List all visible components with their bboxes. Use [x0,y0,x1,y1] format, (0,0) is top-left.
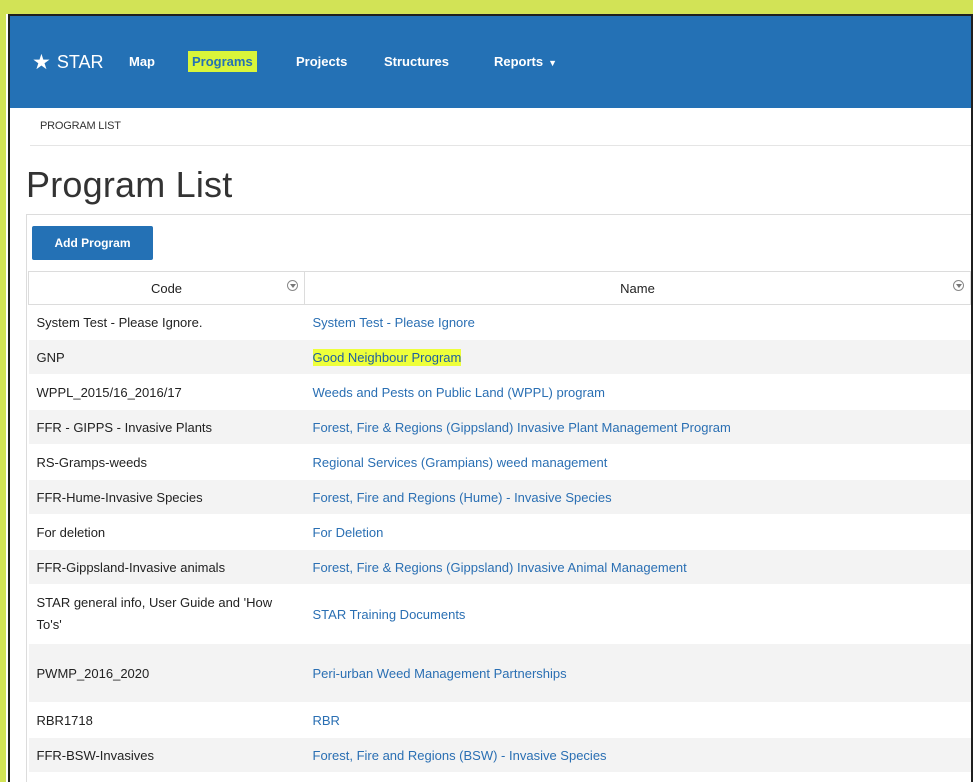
table-row[interactable]: FFR-Gippsland-Invasive animals Forest, F… [28,549,971,585]
window-border-left [8,14,10,782]
nav-item-map[interactable]: Map [129,54,155,69]
brand-label: STAR [56,52,104,72]
top-navbar: ★ STAR Map Programs Projects Structures … [10,16,971,108]
column-header-code-label: Code [150,280,183,296]
program-table: Code Name System Test - Please Ignore. S… [28,271,971,773]
row-code: GNP [28,339,305,375]
table-row[interactable]: RBR1718 RBR [28,702,971,738]
caret-down-icon: ▼ [548,57,558,68]
table-row[interactable]: FFR-Hume-Invasive Species Forest, Fire a… [28,479,971,515]
row-name-link[interactable]: Good Neighbour Program [304,339,971,375]
nav-item-reports[interactable]: Reports ▼ [494,54,557,69]
row-name-link[interactable]: RBR [304,702,971,738]
column-header-name[interactable]: Name [304,271,971,305]
table-row[interactable]: For deletion For Deletion [28,514,971,550]
row-code: WPPL_2015/16_2016/17 [28,374,305,410]
row-code: FFR-Hume-Invasive Species [28,479,305,515]
row-code: RBR1718 [28,702,305,738]
table-row[interactable]: GNP Good Neighbour Program [28,339,971,375]
row-name-link[interactable]: STAR Training Documents [304,584,971,644]
row-name-link[interactable]: Weeds and Pests on Public Land (WPPL) pr… [304,374,971,410]
table-row[interactable]: FFR-BSW-Invasives Forest, Fire and Regio… [28,737,971,773]
nav-item-reports-label: Reports [494,54,544,69]
row-name-link[interactable]: System Test - Please Ignore [304,304,971,340]
browser-window: ★ STAR Map Programs Projects Structures … [6,14,973,782]
brand-link[interactable]: ★ STAR [32,52,104,73]
table-header-row: Code Name [28,271,971,305]
table-row[interactable]: RS-Gramps-weeds Regional Services (Gramp… [28,444,971,480]
window-border-top [8,14,973,16]
nav-item-structures[interactable]: Structures [384,54,449,69]
row-code: System Test - Please Ignore. [28,304,305,340]
page-title: Program List [26,164,233,205]
row-code: STAR general info, User Guide and 'How T… [28,584,305,644]
table-row[interactable]: System Test - Please Ignore. System Test… [28,304,971,340]
star-icon: ★ [32,51,51,74]
row-code: RS-Gramps-weeds [28,444,305,480]
breadcrumb: PROGRAM LIST [40,120,121,132]
filter-icon[interactable] [287,280,298,291]
row-name-link[interactable]: Forest, Fire & Regions (Gippsland) Invas… [304,409,971,445]
table-row[interactable]: PWMP_2016_2020 Peri-urban Weed Managemen… [28,643,971,703]
column-header-code[interactable]: Code [28,271,305,305]
nav-item-programs[interactable]: Programs [188,51,257,72]
table-row[interactable]: FFR - GIPPS - Invasive Plants Forest, Fi… [28,409,971,445]
column-header-name-label: Name [620,280,655,296]
row-name-link[interactable]: Peri-urban Weed Management Partnerships [304,643,971,703]
filter-icon[interactable] [953,280,964,291]
row-code: PWMP_2016_2020 [28,643,305,703]
row-name-link[interactable]: Regional Services (Grampians) weed manag… [304,444,971,480]
table-row[interactable]: WPPL_2015/16_2016/17 Weeds and Pests on … [28,374,971,410]
row-name-link[interactable]: Forest, Fire and Regions (Hume) - Invasi… [304,479,971,515]
table-row[interactable]: STAR general info, User Guide and 'How T… [28,584,971,644]
row-name-link[interactable]: Forest, Fire & Regions (Gippsland) Invas… [304,549,971,585]
breadcrumb-divider [30,145,971,146]
row-code: For deletion [28,514,305,550]
row-code: FFR-BSW-Invasives [28,737,305,773]
row-code: FFR - GIPPS - Invasive Plants [28,409,305,445]
row-name-link[interactable]: Forest, Fire and Regions (BSW) - Invasiv… [304,737,971,773]
row-name-link[interactable]: For Deletion [304,514,971,550]
nav-item-projects[interactable]: Projects [296,54,347,69]
row-code: FFR-Gippsland-Invasive animals [28,549,305,585]
highlighted-name[interactable]: Good Neighbour Program [312,348,462,366]
add-program-button[interactable]: Add Program [32,226,153,260]
